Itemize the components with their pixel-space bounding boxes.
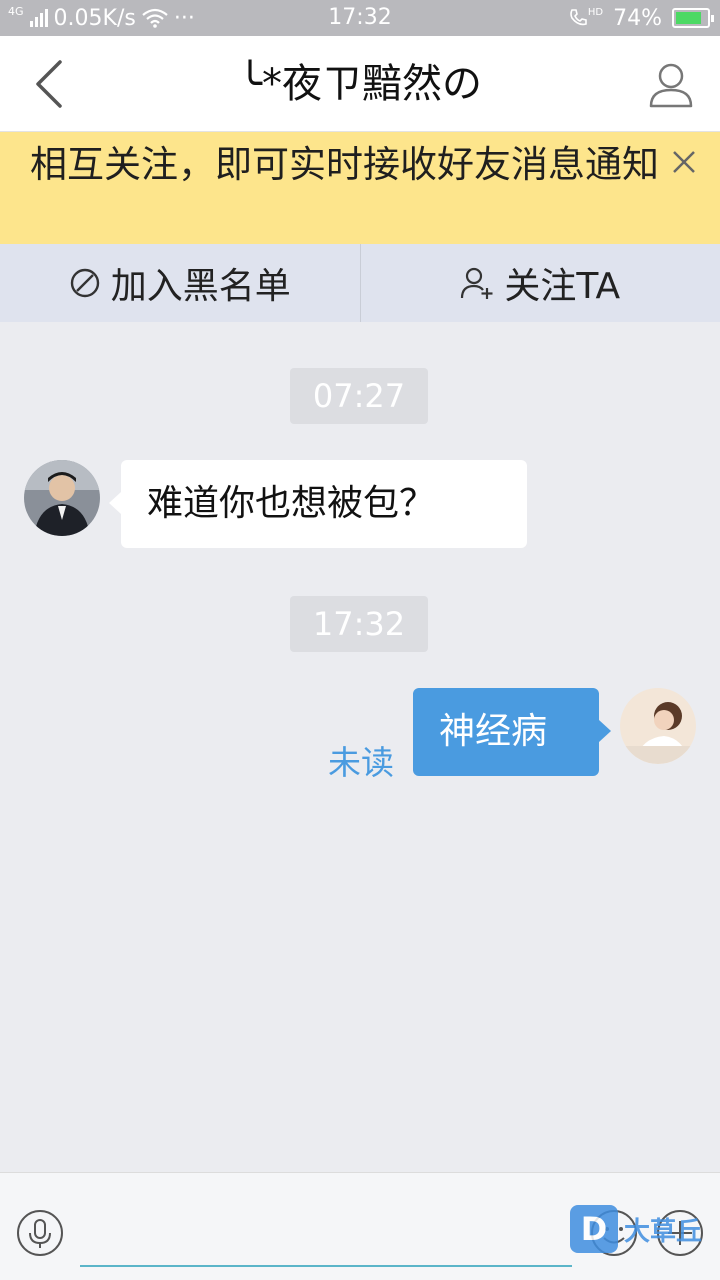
message-timestamp: 07:27	[290, 368, 428, 424]
message-timestamp: 17:32	[290, 596, 428, 652]
status-bar: 4G 0.05K/s ··· 17:32 HD 74%	[0, 0, 720, 36]
chat-header: ╰*夜ㄗ黯然の	[0, 36, 720, 132]
status-right: HD 74%	[568, 0, 714, 36]
watermark-logo: D	[570, 1205, 618, 1253]
message-input[interactable]	[80, 1201, 572, 1267]
follow-label: 关注TA	[504, 266, 621, 307]
profile-icon[interactable]	[646, 60, 696, 110]
blacklist-button[interactable]: 加入黑名单	[0, 244, 360, 322]
chat-title: ╰*夜ㄗ黯然の	[237, 61, 483, 107]
action-bar: 加入黑名单 关注TA	[0, 244, 720, 322]
sent-message[interactable]: 神经病	[413, 688, 611, 776]
call-hd-icon: HD	[568, 8, 603, 28]
blacklist-label: 加入黑名单	[110, 266, 291, 307]
close-icon[interactable]	[666, 144, 702, 180]
battery-percent: 74%	[613, 5, 662, 31]
add-user-icon	[461, 267, 493, 299]
my-avatar[interactable]	[620, 688, 696, 764]
received-message[interactable]: 难道你也想被包？	[109, 460, 527, 548]
microphone-icon[interactable]	[16, 1209, 64, 1257]
contact-avatar[interactable]	[24, 460, 100, 536]
call-hd-label: HD	[587, 7, 604, 18]
follow-button[interactable]: 关注TA	[361, 244, 720, 322]
follow-notice: 相互关注，即可实时接收好友消息通知	[0, 132, 720, 244]
unread-status: 未读	[328, 743, 394, 782]
watermark-text: 大草丘	[624, 1216, 703, 1247]
battery-icon	[672, 8, 714, 28]
watermark: D 大草丘	[570, 1204, 702, 1254]
block-icon	[70, 268, 99, 298]
back-icon[interactable]	[22, 54, 82, 114]
notice-text: 相互关注，即可实时接收好友消息通知	[30, 143, 659, 186]
